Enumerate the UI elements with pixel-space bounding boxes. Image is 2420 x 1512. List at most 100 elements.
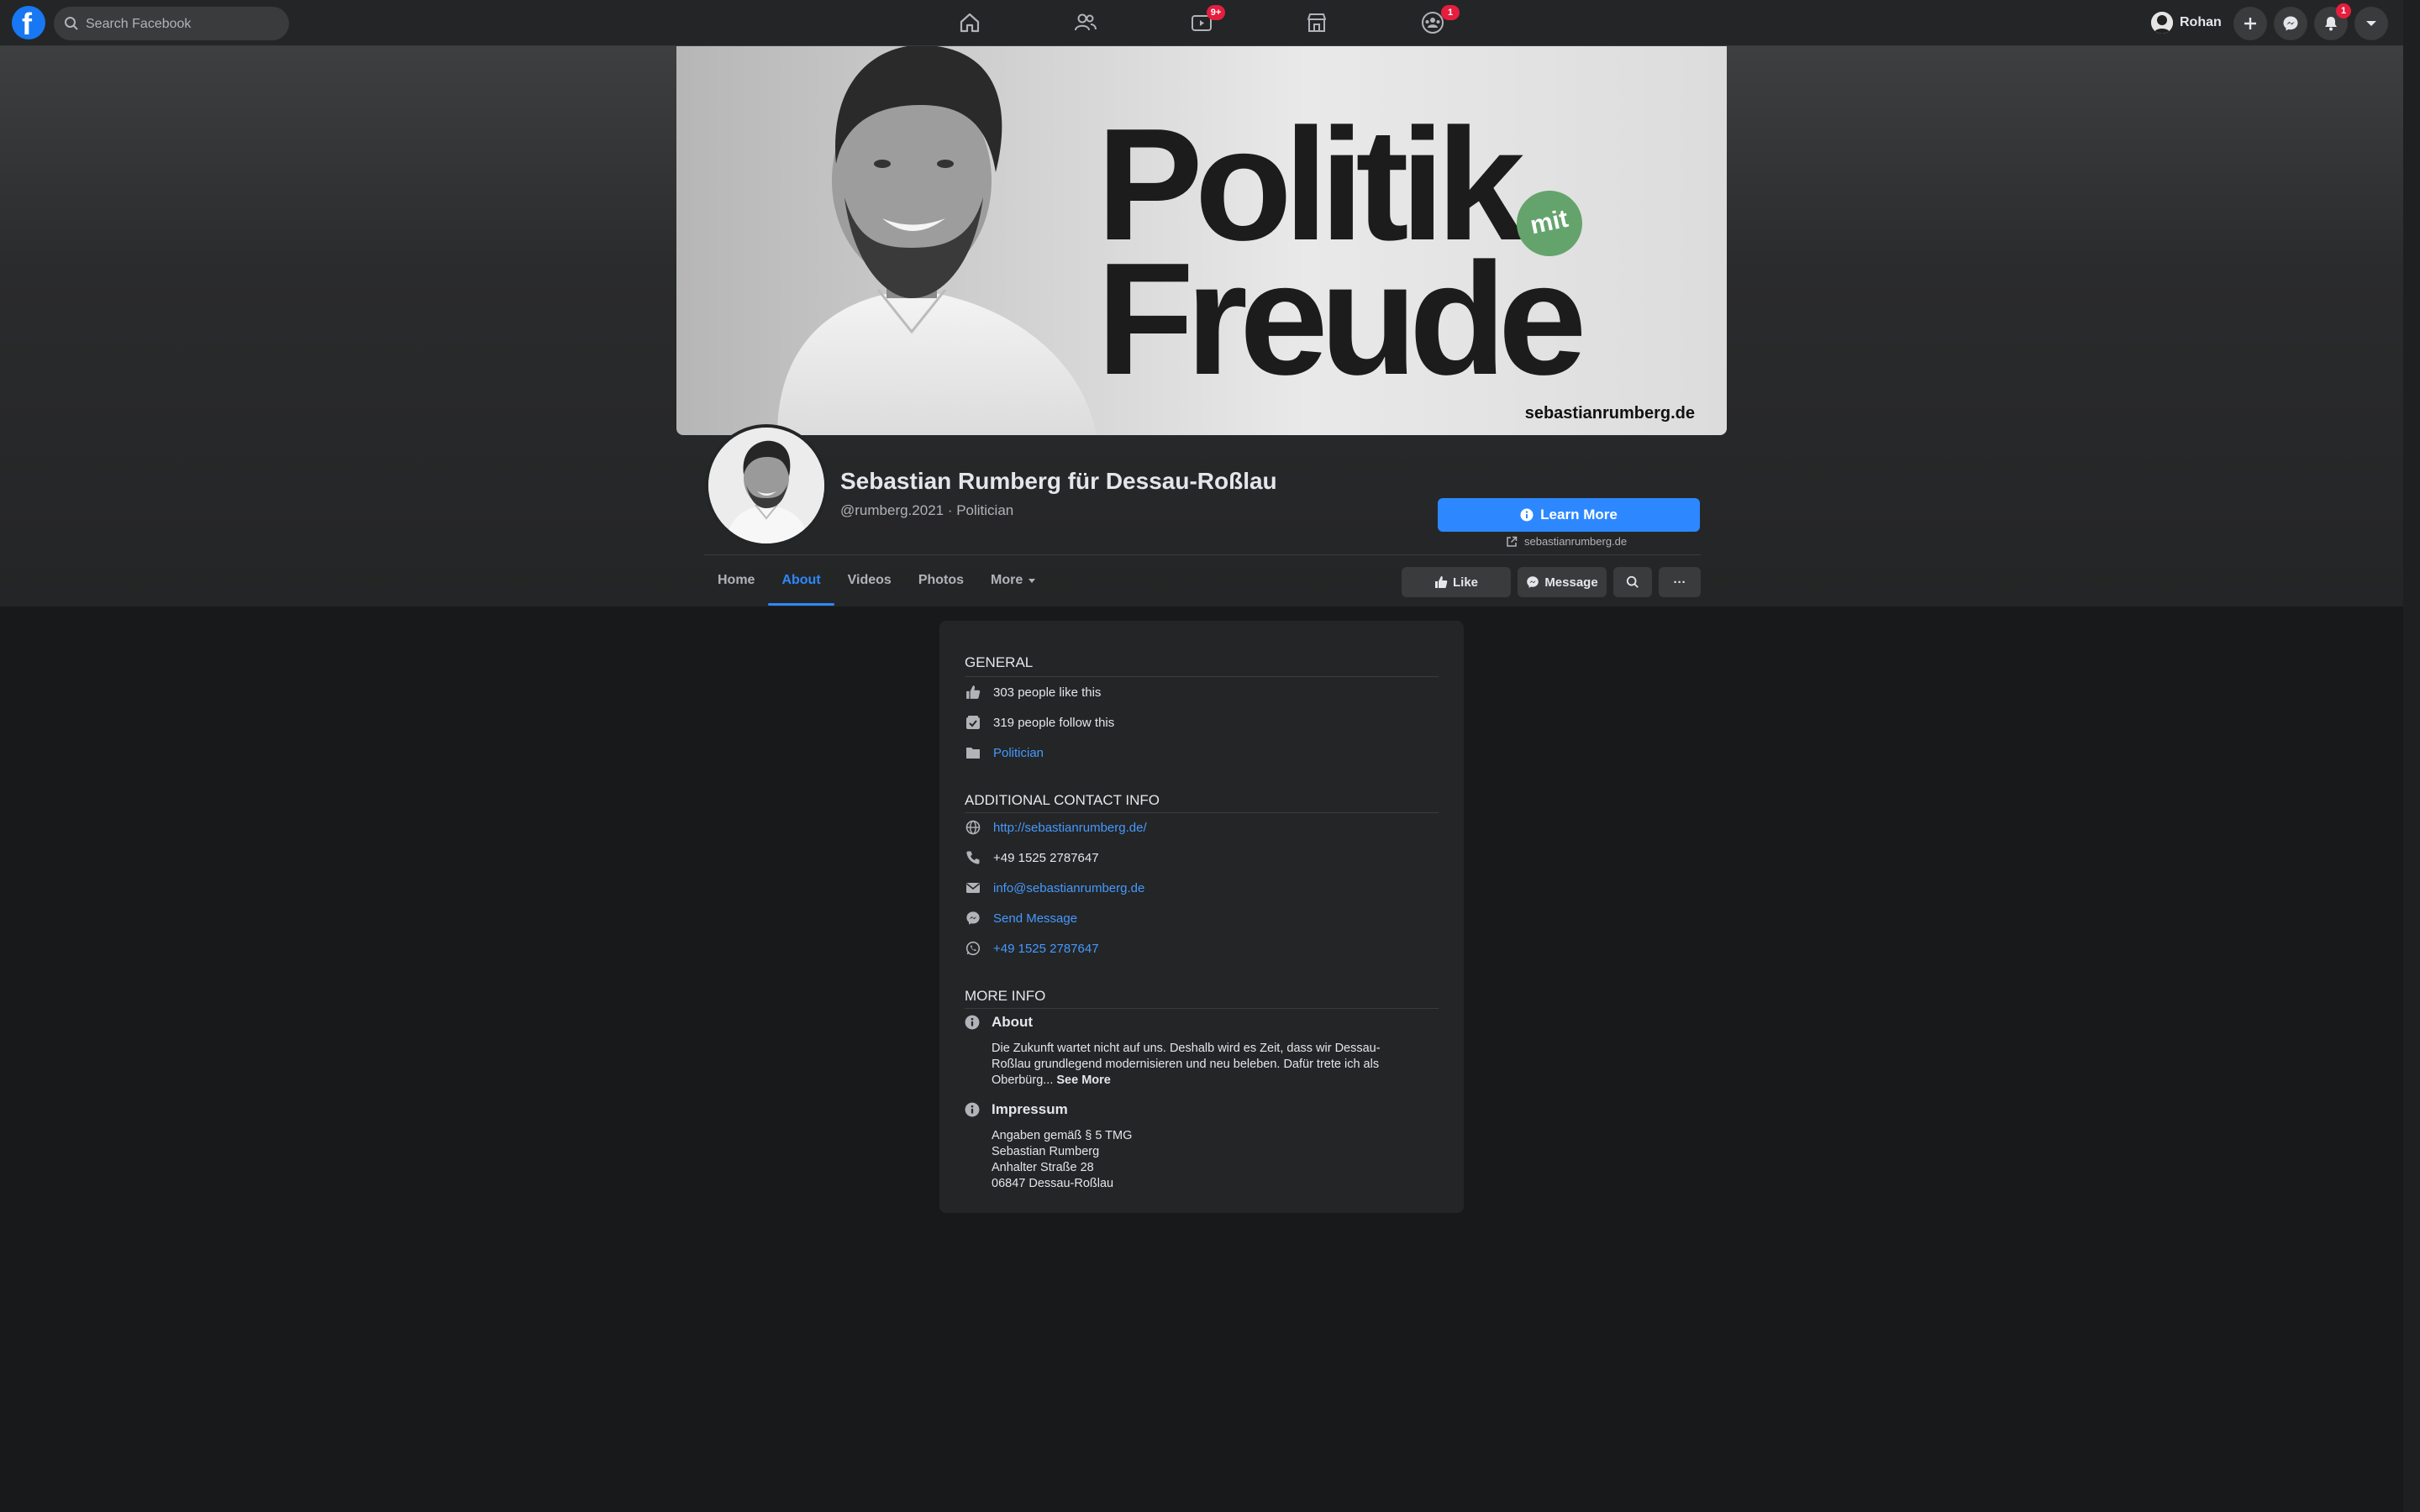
follows-row: 319 people follow this — [965, 712, 1114, 732]
messenger-icon — [965, 910, 981, 927]
see-more-link[interactable]: See More — [1056, 1074, 1110, 1087]
impressum-line: Angaben gemäß § 5 TMG — [992, 1129, 1133, 1142]
whatsapp-icon — [965, 940, 981, 957]
phone-icon — [965, 849, 981, 866]
like-button[interactable]: Like — [1402, 567, 1511, 597]
follows-count: 319 people follow this — [993, 715, 1115, 730]
top-navigation-bar: f 9+ 1 Rohan 1 — [0, 0, 2420, 46]
search-icon — [1626, 575, 1639, 588]
message-label: Message — [1544, 575, 1598, 590]
tab-home[interactable]: Home — [704, 558, 768, 603]
whatsapp-row: +49 1525 2787647 — [965, 938, 1099, 958]
impressum-line: 06847 Dessau-Roßlau — [992, 1177, 1114, 1190]
cover-headline-line2: Freude — [1097, 230, 1586, 408]
plus-icon — [2244, 18, 2256, 29]
tab-more-label: More — [991, 573, 1023, 587]
page-title: Sebastian Rumberg für Dessau-Roßlau — [840, 468, 1277, 494]
bell-icon — [2325, 17, 2337, 31]
page-scrollbar[interactable] — [2403, 0, 2420, 1512]
cover-url: sebastianrumberg.de — [1524, 404, 1695, 423]
nav-watch[interactable]: 9+ — [1160, 3, 1244, 42]
cover-person-image — [777, 46, 1097, 435]
user-name: Rohan — [2180, 15, 2222, 29]
tab-about[interactable]: About — [768, 558, 834, 606]
nav-groups[interactable]: 1 — [1391, 3, 1475, 42]
tab-videos-label: Videos — [847, 573, 892, 587]
about-text: Die Zukunft wartet nicht auf uns. Deshal… — [992, 1042, 1381, 1087]
header-divider — [704, 554, 1701, 555]
likes-row: 303 people like this — [965, 682, 1101, 702]
tab-more[interactable]: More — [977, 558, 1050, 603]
phone-number: +49 1525 2787647 — [993, 850, 1099, 865]
notifications-button[interactable]: 1 — [2314, 3, 2351, 40]
about-label: About — [992, 1014, 1034, 1030]
facebook-logo-letter: f — [22, 7, 32, 41]
tab-home-label: Home — [718, 573, 755, 587]
impressum-heading: Impressum — [965, 1101, 1068, 1118]
profile-person-image — [708, 428, 824, 543]
likes-count: 303 people like this — [993, 685, 1102, 700]
more-info-section-title: MORE INFO — [965, 988, 1046, 1004]
page-tabs: Home About Videos Photos More — [704, 558, 1050, 606]
search-icon — [65, 17, 78, 30]
tab-videos[interactable]: Videos — [834, 558, 905, 603]
watch-badge: 9+ — [1207, 5, 1225, 20]
about-heading: About — [965, 1014, 1033, 1031]
account-menu-button[interactable] — [2354, 7, 2388, 40]
contact-section-divider — [965, 812, 1439, 813]
groups-badge: 1 — [1441, 5, 1460, 20]
learn-more-link[interactable]: sebastianrumberg.de — [1506, 535, 1627, 548]
category-link[interactable]: Politician — [993, 746, 1044, 760]
website-link[interactable]: http://sebastianrumberg.de/ — [993, 821, 1147, 835]
marketplace-icon — [1307, 13, 1326, 32]
impressum-label: Impressum — [992, 1101, 1068, 1117]
more-options-button[interactable]: ··· — [1659, 567, 1701, 597]
friends-icon — [1075, 13, 1097, 31]
nav-friends[interactable] — [1044, 3, 1128, 42]
email-row: info@sebastianrumberg.de — [965, 878, 1144, 898]
home-icon — [960, 13, 980, 33]
external-link-icon — [1507, 536, 1518, 547]
profile-chip[interactable]: Rohan — [2151, 8, 2222, 37]
like-label: Like — [1452, 575, 1478, 590]
chevron-down-icon — [2366, 21, 2376, 26]
category-folder-icon — [965, 744, 981, 761]
tab-photos-label: Photos — [918, 573, 965, 587]
more-info-section-divider — [965, 1008, 1439, 1009]
learn-more-label: Learn More — [1540, 507, 1618, 522]
thumbs-up-icon — [965, 684, 981, 701]
globe-icon — [965, 819, 981, 836]
general-section-divider — [965, 676, 1439, 677]
info-icon — [1520, 508, 1534, 522]
messenger-icon — [2283, 16, 2298, 31]
nav-marketplace[interactable] — [1275, 3, 1359, 42]
thumbs-up-icon — [1434, 576, 1448, 588]
messenger-button[interactable] — [2274, 7, 2307, 40]
website-row: http://sebastianrumberg.de/ — [965, 817, 1147, 837]
send-message-row: Send Message — [965, 908, 1077, 928]
page-search-button[interactable] — [1613, 567, 1652, 597]
search-box[interactable] — [54, 7, 289, 42]
phone-row: +49 1525 2787647 — [965, 848, 1099, 868]
search-input[interactable] — [84, 7, 281, 42]
facebook-logo[interactable]: f — [12, 6, 45, 41]
page-profile-picture[interactable] — [705, 424, 828, 547]
send-message-link[interactable]: Send Message — [993, 911, 1077, 926]
create-button[interactable] — [2233, 7, 2267, 40]
notifications-badge: 1 — [2336, 3, 2351, 18]
info-icon — [965, 1102, 980, 1117]
follow-check-icon — [965, 714, 981, 731]
cover-photo[interactable]: Politik Freude mit sebastianrumberg.de — [676, 46, 1727, 435]
messenger-icon — [1527, 576, 1539, 588]
about-text-block: Die Zukunft wartet nicht auf uns. Deshal… — [992, 1041, 1403, 1089]
learn-more-link-text: sebastianrumberg.de — [1524, 535, 1628, 548]
whatsapp-link[interactable]: +49 1525 2787647 — [993, 942, 1099, 956]
email-link[interactable]: info@sebastianrumberg.de — [993, 881, 1144, 895]
learn-more-button[interactable]: Learn More — [1438, 498, 1700, 532]
message-button[interactable]: Message — [1518, 567, 1607, 597]
tab-about-label: About — [781, 573, 821, 587]
general-section-title: GENERAL — [965, 654, 1034, 670]
category-row: Politician — [965, 743, 1044, 763]
nav-home[interactable] — [928, 3, 1012, 42]
tab-photos[interactable]: Photos — [905, 558, 977, 603]
